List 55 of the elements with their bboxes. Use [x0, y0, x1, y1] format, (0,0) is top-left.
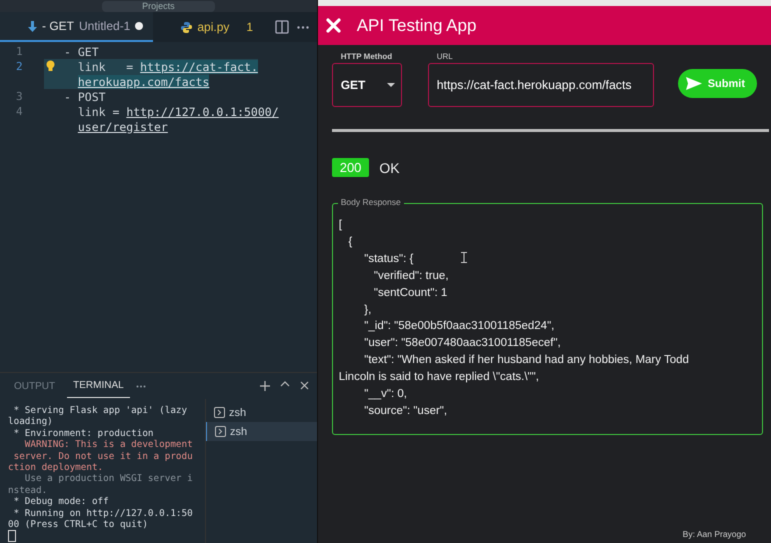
json-line: "_id": "58e00b5f0aac31001185ed24", [363, 319, 554, 334]
terminal-icon [214, 407, 225, 418]
title-search-field[interactable]: Projects [102, 0, 215, 12]
more-actions-icon[interactable] [296, 26, 309, 28]
lightbulb-icon[interactable] [46, 60, 55, 72]
json-line: "source": "user", [363, 404, 448, 419]
terminal-output: WARNING: This is a development server. Do not use it in a produ ction deployment. [8, 439, 194, 474]
status-text: OK [379, 160, 400, 176]
line-number: 1 [15, 45, 24, 58]
tools-icon [326, 18, 341, 33]
json-line: }, [363, 302, 372, 318]
status-code-badge: 200 [332, 158, 370, 177]
app-title: API Testing App [356, 16, 476, 36]
chevron-up-icon[interactable] [280, 381, 290, 387]
send-icon [686, 77, 702, 90]
body-response-label: Body Response [338, 198, 404, 207]
code-line: user/register [76, 119, 168, 134]
more-icon[interactable] [136, 384, 146, 388]
json-line: [ [338, 218, 342, 233]
terminal-output: Use a production WSGI server i nstead. [8, 473, 194, 496]
line-number: 4 [15, 105, 24, 118]
field-label: HTTP Method [338, 53, 394, 61]
editor-tab[interactable]: api.py 1 [153, 12, 264, 42]
terminal-output: * Environment: production [12, 428, 155, 440]
field-label: URL [434, 53, 455, 61]
line-number: 3 [15, 90, 24, 103]
python-icon [181, 22, 192, 32]
line-number: 2 [15, 60, 24, 73]
json-line: "sentCount": 1 [372, 286, 448, 301]
json-line: "user": "58e007480aac31001185ecef", [363, 336, 561, 352]
arrow-down-icon [28, 20, 37, 32]
panel-tab[interactable]: TERMINAL [67, 374, 130, 398]
author-credit: By: Aan Prayogo [682, 529, 747, 541]
json-line: "verified": true, [372, 268, 449, 284]
text-cursor-icon [460, 252, 467, 263]
code-line: - GET [63, 44, 99, 59]
terminal-icon [215, 426, 226, 437]
code-line: - POST [63, 89, 106, 104]
code-line: link = http://127.0.0.1:5000/ [76, 104, 279, 119]
add-icon[interactable] [260, 381, 270, 391]
json-line: "status": { [363, 252, 414, 267]
json-line: "text": "When asked if her husband had any hobbies, Mary Todd Lincoln is said to have replied \"cats.\"", [338, 353, 689, 386]
terminal-cursor [8, 530, 16, 542]
terminal-output: * Debug mode: off [12, 496, 110, 508]
panel-tab[interactable]: OUTPUT [8, 374, 62, 398]
terminal-output: * Serving Flask app 'api' (lazy loading) [8, 405, 188, 428]
editor-tab[interactable]: - GET Untitled-1 [0, 12, 154, 42]
json-line: { [347, 234, 352, 250]
json-line: "__v": 0, [363, 387, 407, 402]
close-icon[interactable] [300, 381, 309, 390]
terminal-list-item[interactable]: zsh [206, 403, 317, 422]
terminal-list-item[interactable]: zsh [206, 422, 317, 441]
terminal-output: * Running on http://127.0.0.1:50 00 (Press CTRL+C to quit) [8, 508, 194, 530]
dropdown-caret-icon [386, 83, 395, 87]
split-editor-icon[interactable] [274, 20, 289, 34]
